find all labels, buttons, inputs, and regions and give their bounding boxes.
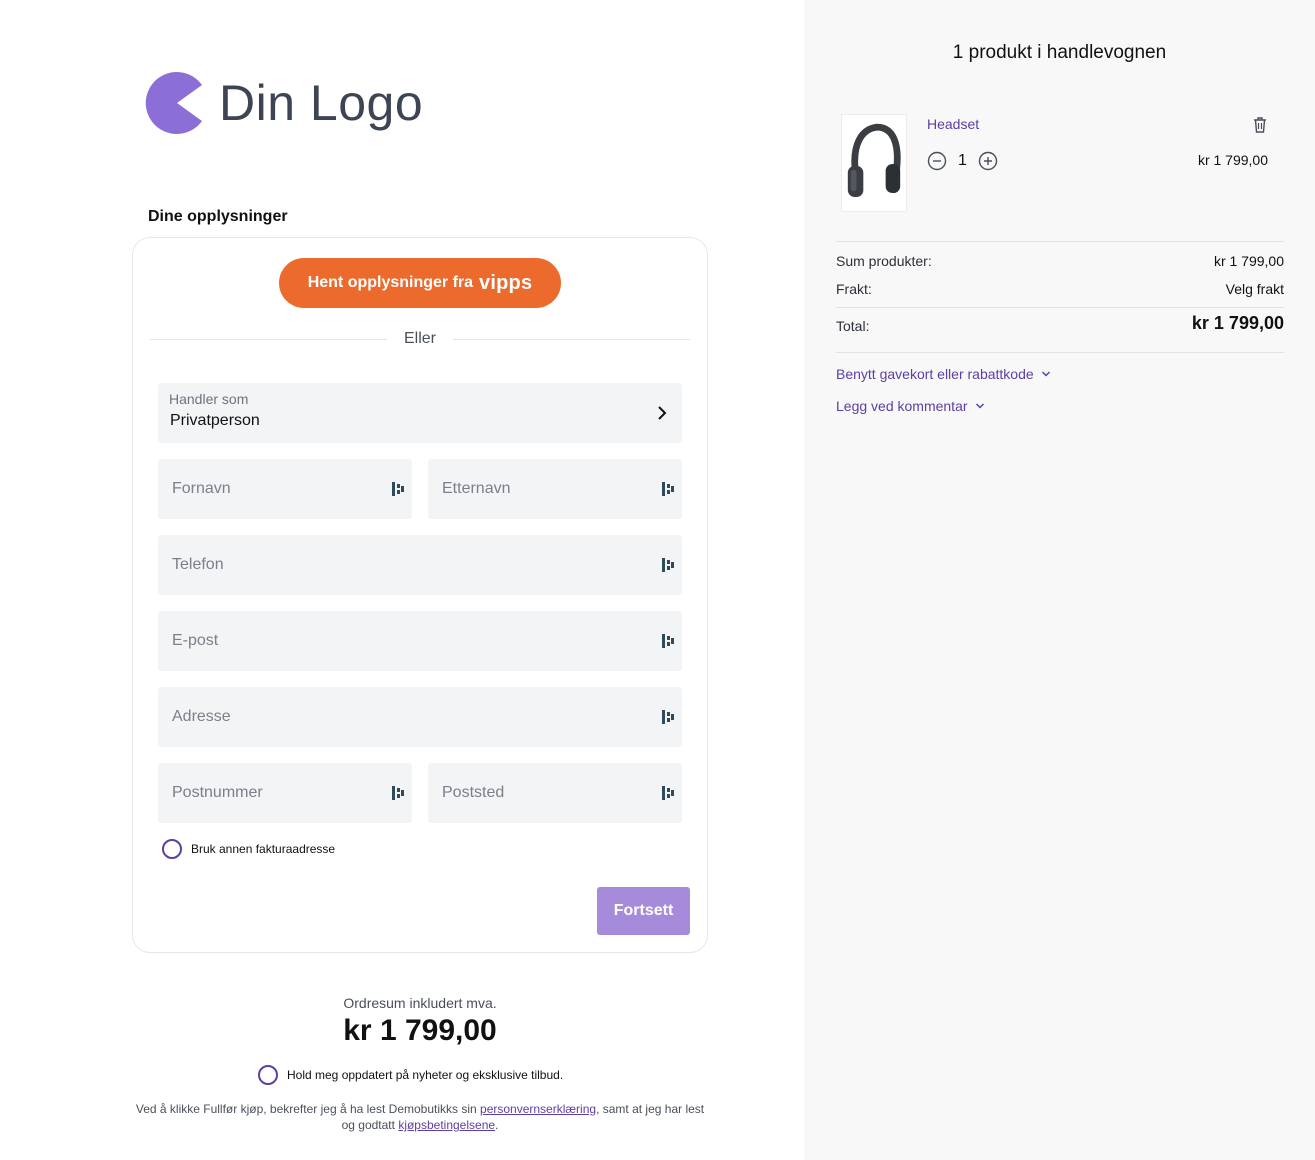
email-placeholder: E-post <box>172 632 219 649</box>
phone-placeholder: Telefon <box>172 556 224 573</box>
customer-type-value: Privatperson <box>170 412 260 429</box>
address-input[interactable]: Adresse <box>158 687 682 747</box>
billing-address-radio[interactable] <box>162 839 182 859</box>
terms-part1: Ved å klikke Fullfør kjøp, bekrefter jeg… <box>135 1102 481 1116</box>
divider <box>836 307 1284 308</box>
store-logo: Din Logo <box>144 68 423 138</box>
continue-button[interactable]: Fortsett <box>597 887 690 935</box>
order-sum-total: kr 1 799,00 <box>343 1014 497 1047</box>
quantity-value: 1 <box>958 152 967 169</box>
phone-input[interactable]: Telefon <box>158 535 682 595</box>
sum-products-label: Sum produkter: <box>836 253 932 269</box>
privacy-policy-link[interactable]: personvernserklæring <box>480 1102 596 1116</box>
chevron-down-icon <box>975 403 984 409</box>
customer-type-select[interactable]: Handler som Privatperson <box>158 383 682 443</box>
divider-line-right <box>453 339 690 340</box>
autofill-icon <box>662 786 674 800</box>
logo-text: Din Logo <box>219 75 424 131</box>
chevron-right-icon <box>658 406 667 420</box>
product-name[interactable]: Headset <box>927 116 979 132</box>
divider <box>836 352 1284 353</box>
vipps-fetch-button[interactable]: Hent opplysninger fra vipps <box>279 258 561 308</box>
product-price: kr 1 799,00 <box>1197 152 1268 168</box>
autofill-icon <box>662 710 674 724</box>
terms-text: Ved å klikke Fullfør kjøp, bekrefter jeg… <box>132 1101 708 1133</box>
city-input[interactable]: Poststed <box>428 763 682 823</box>
autofill-icon <box>392 786 404 800</box>
autofill-icon <box>662 634 674 648</box>
last-name-placeholder: Etternavn <box>442 480 511 497</box>
comment-label: Legg ved kommentar <box>836 398 968 414</box>
autofill-icon <box>392 482 404 496</box>
quantity-stepper: 1 <box>927 151 998 171</box>
total-label: Total: <box>836 318 870 334</box>
postal-code-input[interactable]: Postnummer <box>158 763 412 823</box>
or-divider: Eller <box>150 328 690 350</box>
shipping-value: Velg frakt <box>1225 281 1284 297</box>
email-input[interactable]: E-post <box>158 611 682 671</box>
autofill-icon <box>662 482 674 496</box>
customer-type-label: Handler som <box>169 391 249 407</box>
billing-address-label: Bruk annen fakturaadresse <box>191 842 336 856</box>
pacman-logo-icon <box>145 71 202 134</box>
address-placeholder: Adresse <box>172 708 231 725</box>
cart-title: 1 produkt i handlevognen <box>952 42 1167 63</box>
order-sum-label: Ordresum inkludert mva. <box>343 995 497 1011</box>
newsletter-label: Hold meg oppdatert på nyheter og eksklus… <box>287 1068 564 1082</box>
terms-of-purchase-link[interactable]: kjøpsbetingelsene <box>398 1118 495 1132</box>
total-value: kr 1 799,00 <box>1191 313 1284 333</box>
product-image <box>841 114 907 212</box>
plus-circle-icon[interactable] <box>978 151 998 171</box>
autofill-icon <box>662 558 674 572</box>
headphones-icon <box>847 123 901 197</box>
terms-part3: . <box>495 1118 499 1132</box>
vipps-logo: vipps <box>479 271 533 294</box>
chevron-down-icon <box>1041 371 1050 377</box>
gift-card-label: Benytt gavekort eller rabattkode <box>836 366 1034 382</box>
shipping-label: Frakt: <box>836 281 872 297</box>
details-form-card: Hent opplysninger fra vipps Eller Handle… <box>132 237 708 953</box>
sum-products-value: kr 1 799,00 <box>1213 253 1284 269</box>
divider <box>836 241 1284 242</box>
newsletter-radio[interactable] <box>258 1065 278 1085</box>
billing-address-option[interactable]: Bruk annen fakturaadresse <box>162 839 335 859</box>
newsletter-option[interactable]: Hold meg oppdatert på nyheter og eksklus… <box>258 1065 563 1085</box>
postal-code-placeholder: Postnummer <box>172 784 263 801</box>
city-placeholder: Poststed <box>442 784 505 801</box>
first-name-input[interactable]: Fornavn <box>158 459 412 519</box>
checkout-form-column: Din Logo Dine opplysninger Hent opplysni… <box>0 0 804 1160</box>
gift-card-toggle[interactable]: Benytt gavekort eller rabattkode <box>836 366 1051 382</box>
section-title: Dine opplysninger <box>148 208 288 225</box>
trash-icon[interactable] <box>1252 116 1268 134</box>
first-name-placeholder: Fornavn <box>172 480 231 497</box>
vipps-button-label: Hent opplysninger fra <box>307 274 474 291</box>
last-name-input[interactable]: Etternavn <box>428 459 682 519</box>
minus-circle-icon[interactable] <box>927 151 947 171</box>
cart-sidebar: 1 produkt i handlevognen Headset 1 kr 1 … <box>804 0 1315 1160</box>
comment-toggle[interactable]: Legg ved kommentar <box>836 398 985 414</box>
